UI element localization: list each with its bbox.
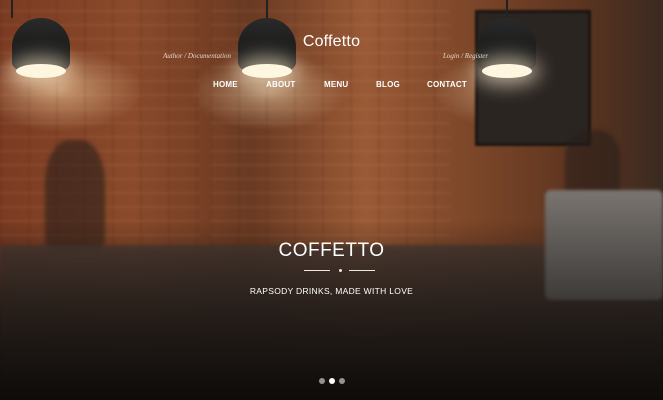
site-logo[interactable]: Coffetto [0,33,663,51]
menu-item-blog[interactable]: BLOG [376,80,400,89]
login-register-link[interactable]: Login / Register [443,52,488,60]
menu-item-about[interactable]: ABOUT [266,80,295,89]
hero-divider [0,268,663,274]
author-documentation-link[interactable]: Author / Documentation [163,52,231,60]
hero-title: COFFETTO [278,240,385,261]
hero-subtitle: RAPSODY DRINKS, MADE WITH LOVE [249,286,414,296]
menu-item-contact[interactable]: CONTACT [427,80,467,89]
menu-item-menu[interactable]: MENU [324,80,348,89]
site-header: Author / Documentation Login / Register … [0,0,663,100]
barista-figure [45,140,105,250]
slider-dot[interactable] [338,378,345,384]
slider-dot-active[interactable] [328,378,335,384]
slider-dot[interactable] [318,378,325,384]
main-menu: HOME ABOUT MENU BLOG CONTACT [0,80,663,94]
slider-pagination [0,378,663,384]
menu-item-home[interactable]: HOME [213,80,238,89]
